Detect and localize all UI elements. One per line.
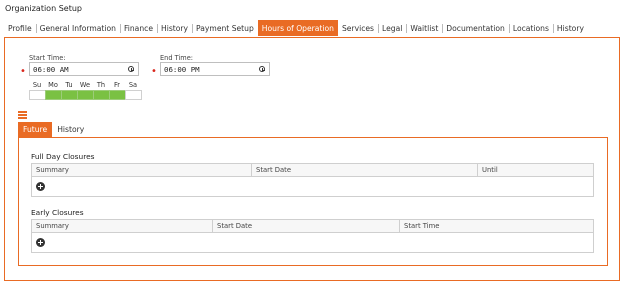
- page-title: Organization Setup: [5, 4, 82, 13]
- column-header-summary[interactable]: Summary: [32, 164, 251, 176]
- start-time-required-marker: •: [20, 66, 26, 77]
- day-label: Tu: [65, 81, 73, 89]
- day-label: We: [79, 81, 91, 89]
- tab-bar: Profile General Information Finance Hist…: [4, 20, 588, 36]
- tab-locations[interactable]: Locations: [508, 20, 553, 36]
- grid-header: Summary Start Date Until: [32, 164, 593, 177]
- day-monday[interactable]: Mo: [45, 81, 62, 100]
- start-time-label: Start Time:: [29, 54, 66, 62]
- day-label: Mo: [48, 81, 58, 89]
- day-thursday[interactable]: Th: [93, 81, 110, 100]
- day-label: Th: [96, 81, 106, 89]
- full-day-closures-grid: Summary Start Date Until: [31, 163, 594, 197]
- tab-finance[interactable]: Finance: [119, 20, 157, 36]
- day-wednesday[interactable]: We: [77, 81, 94, 100]
- day-toggle-box[interactable]: [93, 90, 110, 100]
- hamburger-menu-icon[interactable]: [18, 111, 27, 119]
- day-toggle-box[interactable]: [45, 90, 62, 100]
- day-label: Fr: [113, 81, 121, 89]
- column-header-start-date[interactable]: Start Date: [212, 220, 399, 232]
- column-header-until[interactable]: Until: [477, 164, 593, 176]
- add-circle-icon[interactable]: [36, 182, 45, 191]
- day-tuesday[interactable]: Tu: [61, 81, 78, 100]
- tab-payment-setup[interactable]: Payment Setup: [192, 20, 258, 36]
- closures-subtabs: Future History: [18, 122, 89, 137]
- column-header-start-date[interactable]: Start Date: [251, 164, 477, 176]
- tab-profile[interactable]: Profile: [4, 20, 36, 36]
- add-circle-icon[interactable]: [36, 238, 45, 247]
- day-toggle-box[interactable]: [29, 90, 46, 100]
- day-toggle-box[interactable]: [125, 90, 142, 100]
- day-label: Su: [32, 81, 42, 89]
- early-closures-title: Early Closures: [31, 208, 84, 217]
- early-closures-grid: Summary Start Date Start Time: [31, 219, 594, 253]
- day-friday[interactable]: Fr: [109, 81, 126, 100]
- tab-hours-of-operation[interactable]: Hours of Operation: [257, 20, 338, 36]
- day-toggle-box[interactable]: [77, 90, 94, 100]
- end-time-input[interactable]: 06:00 PM: [160, 62, 270, 76]
- subtab-future[interactable]: Future: [18, 122, 53, 137]
- day-sunday[interactable]: Su: [29, 81, 46, 100]
- tab-services[interactable]: Services: [338, 20, 378, 36]
- tab-legal[interactable]: Legal: [378, 20, 406, 36]
- end-time-value: 06:00 PM: [164, 64, 200, 74]
- day-saturday[interactable]: Sa: [125, 81, 142, 100]
- day-toggle-box[interactable]: [61, 90, 78, 100]
- weekday-selector: Su Mo Tu We Th Fr Sa: [29, 81, 142, 100]
- full-day-closures-title: Full Day Closures: [31, 152, 95, 161]
- day-toggle-box[interactable]: [109, 90, 126, 100]
- tab-history[interactable]: History: [157, 20, 192, 36]
- subtab-history[interactable]: History: [52, 122, 89, 137]
- tab-general-information[interactable]: General Information: [35, 20, 120, 36]
- start-time-value: 06:00 AM: [33, 64, 69, 74]
- tab-history-2[interactable]: History: [552, 20, 588, 36]
- clock-icon[interactable]: [259, 66, 265, 72]
- clock-icon[interactable]: [128, 66, 134, 72]
- end-time-label: End Time:: [160, 54, 193, 62]
- grid-header: Summary Start Date Start Time: [32, 220, 593, 233]
- end-time-required-marker: •: [151, 66, 157, 77]
- column-header-summary[interactable]: Summary: [32, 220, 212, 232]
- start-time-input[interactable]: 06:00 AM: [29, 62, 139, 76]
- tab-documentation[interactable]: Documentation: [442, 20, 509, 36]
- tab-waitlist[interactable]: Waitlist: [406, 20, 442, 36]
- column-header-start-time[interactable]: Start Time: [399, 220, 593, 232]
- day-label: Sa: [128, 81, 138, 89]
